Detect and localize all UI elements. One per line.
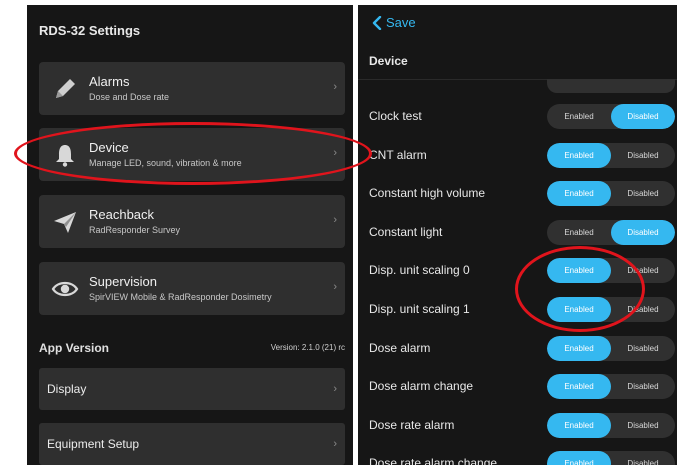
menu-item-title: Reachback <box>89 207 155 222</box>
menu-item-equipment-setup[interactable]: Equipment Setup › <box>39 423 345 465</box>
enabled-option[interactable]: Enabled <box>547 142 611 168</box>
enabled-option[interactable]: Enabled <box>547 451 611 465</box>
menu-item-subtitle: RadResponder Survey <box>89 225 181 235</box>
back-label: Save <box>386 15 416 30</box>
save-back-button[interactable]: Save <box>372 15 416 30</box>
menu-item-supervision[interactable]: Supervision SpirVIEW Mobile & RadRespond… <box>39 262 345 315</box>
enabled-disabled-toggle[interactable]: Enabled Disabled <box>547 374 675 400</box>
settings-panel: RDS-32 Settings Alarms Dose and Dose rat… <box>27 5 353 465</box>
enabled-option[interactable]: Enabled <box>547 374 611 400</box>
setting-label: Dose rate alarm <box>369 417 455 432</box>
version-text: Version: 2.1.0 (21) rc <box>270 343 345 352</box>
enabled-disabled-toggle[interactable]: Enabled Disabled <box>547 142 675 168</box>
chevron-right-icon: › <box>333 383 337 395</box>
page-title: Device <box>369 54 408 68</box>
menu-item-subtitle: Manage LED, sound, vibration & more <box>89 158 242 168</box>
setting-row: Dose rate alarm Enabled Disabled <box>358 407 677 445</box>
menu-item-subtitle: Dose and Dose rate <box>89 92 170 102</box>
enabled-disabled-toggle[interactable]: Enabled Disabled <box>547 258 675 284</box>
disabled-option[interactable]: Disabled <box>611 104 675 129</box>
paper-plane-icon <box>54 212 76 233</box>
disabled-option[interactable]: Disabled <box>611 181 675 206</box>
setting-label: CNT alarm <box>369 147 427 162</box>
menu-item-title: Equipment Setup <box>47 437 140 451</box>
disabled-option[interactable]: Disabled <box>611 413 675 438</box>
enabled-disabled-toggle[interactable]: Enabled Disabled <box>547 297 675 322</box>
chevron-left-icon <box>372 15 382 30</box>
enabled-option[interactable]: Enabled <box>547 220 611 245</box>
setting-label: Dose alarm <box>369 340 431 355</box>
disabled-option[interactable]: Disabled <box>611 219 675 245</box>
menu-item-title: Display <box>47 382 87 396</box>
setting-row: Disp. unit scaling 0 Enabled Disabled <box>358 252 677 290</box>
enabled-option[interactable]: Enabled <box>547 412 611 438</box>
chevron-right-icon: › <box>333 438 337 450</box>
enabled-disabled-toggle[interactable]: Enabled Disabled <box>547 412 675 438</box>
setting-label: Disp. unit scaling 1 <box>369 302 470 316</box>
eye-icon <box>51 281 79 297</box>
enabled-option[interactable]: Enabled <box>547 104 611 129</box>
setting-label: Dose alarm change <box>369 379 474 394</box>
menu-item-subtitle: SpirVIEW Mobile & RadResponder Dosimetry <box>89 292 272 302</box>
pencil-icon <box>56 79 75 98</box>
enabled-disabled-toggle[interactable]: Enabled Disabled <box>547 335 675 361</box>
disabled-option[interactable]: Disabled <box>611 336 675 361</box>
disabled-option[interactable]: Disabled <box>611 143 675 168</box>
bell-icon <box>56 145 74 167</box>
disabled-option[interactable]: Disabled <box>611 451 675 465</box>
page-title: RDS-32 Settings <box>39 23 141 38</box>
chevron-right-icon: › <box>333 81 337 93</box>
setting-row: Dose alarm change Enabled Disabled <box>358 368 677 406</box>
setting-row: Constant light Enabled Disabled <box>358 214 677 252</box>
device-panel: Save Device Clock test Enabled Disabled CNT… <box>358 5 677 465</box>
disabled-option[interactable]: Disabled <box>611 297 675 322</box>
chevron-right-icon: › <box>333 214 337 226</box>
enabled-disabled-toggle[interactable]: Enabled Disabled <box>547 104 675 129</box>
setting-label: Dose rate alarm change <box>369 456 498 465</box>
setting-label: Clock test <box>369 109 422 123</box>
enabled-option[interactable]: Enabled <box>547 297 611 322</box>
menu-item-device[interactable]: Device Manage LED, sound, vibration & mo… <box>39 128 345 181</box>
setting-label: Constant light <box>369 224 443 239</box>
menu-item-alarms[interactable]: Alarms Dose and Dose rate › <box>39 62 345 115</box>
setting-label: Constant high volume <box>369 186 486 201</box>
setting-label: Disp. unit scaling 0 <box>369 263 470 278</box>
setting-row: Disp. unit scaling 1 Enabled Disabled <box>358 291 677 329</box>
enabled-disabled-toggle[interactable]: Enabled Disabled <box>547 451 675 465</box>
setting-row: CNT alarm Enabled Disabled <box>358 137 677 175</box>
menu-item-reachback[interactable]: Reachback RadResponder Survey › <box>39 195 345 248</box>
enabled-option[interactable]: Enabled <box>547 258 611 284</box>
partial-toggle <box>547 79 675 93</box>
setting-row: Dose alarm Enabled Disabled <box>358 330 677 368</box>
enabled-option[interactable]: Enabled <box>547 181 611 207</box>
chevron-right-icon: › <box>333 147 337 159</box>
setting-row: Constant high volume Enabled Disabled <box>358 175 677 213</box>
app-version-label: App Version <box>39 341 110 355</box>
disabled-option[interactable]: Disabled <box>611 374 675 399</box>
enabled-disabled-toggle[interactable]: Enabled Disabled <box>547 181 675 207</box>
enabled-disabled-toggle[interactable]: Enabled Disabled <box>547 219 675 245</box>
enabled-option[interactable]: Enabled <box>547 335 611 361</box>
menu-item-display[interactable]: Display › <box>39 368 345 410</box>
setting-row: Dose rate alarm change Enabled Disabled <box>358 445 677 465</box>
disabled-option[interactable]: Disabled <box>611 258 675 283</box>
menu-item-title: Device <box>89 140 129 155</box>
menu-item-title: Supervision <box>89 274 157 289</box>
menu-item-title: Alarms <box>89 74 130 89</box>
setting-row: Clock test Enabled Disabled <box>358 98 677 136</box>
chevron-right-icon: › <box>333 281 337 293</box>
